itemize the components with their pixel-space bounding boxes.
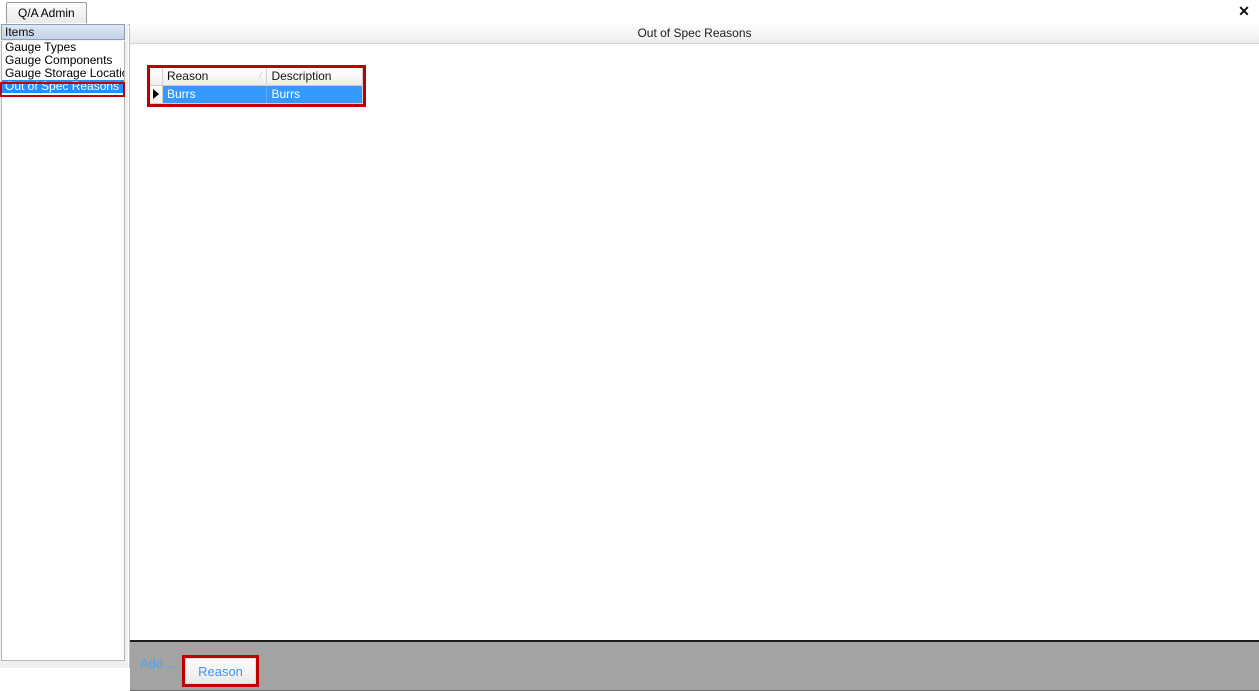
- cell-reason[interactable]: Burrs: [162, 86, 268, 103]
- column-header-description[interactable]: Description: [267, 68, 362, 86]
- bottom-toolbar: Add ... Reason: [130, 640, 1259, 691]
- sidebar-item-gauge-storage-locations[interactable]: Gauge Storage Locations: [2, 67, 124, 80]
- sidebar-item-list[interactable]: Gauge Types Gauge Components Gauge Stora…: [1, 41, 125, 661]
- sidebar-item-out-of-spec-reasons[interactable]: Out of Spec Reasons: [2, 80, 124, 93]
- row-indicator-cell: [150, 86, 163, 103]
- tab-qa-admin[interactable]: Q/A Admin: [6, 2, 87, 23]
- sidebar: Items Gauge Types Gauge Components Gauge…: [0, 24, 128, 668]
- tab-strip: Q/A Admin ✕: [0, 0, 1259, 25]
- grid-header-indicator-cell: [150, 68, 163, 86]
- sidebar-item-gauge-components[interactable]: Gauge Components: [2, 54, 124, 67]
- main-panel: Out of Spec Reasons Reason ⁄ Description: [129, 24, 1259, 691]
- current-row-arrow-icon: [153, 89, 159, 99]
- column-header-description-label: Description: [271, 69, 332, 83]
- application-window: Q/A Admin ✕ Items Gauge Types Gauge Comp…: [0, 0, 1259, 691]
- column-header-reason[interactable]: Reason ⁄: [162, 68, 268, 86]
- sidebar-header: Items: [1, 24, 125, 40]
- out-of-spec-reasons-grid[interactable]: Reason ⁄ Description Burrs Burrs: [150, 68, 363, 104]
- table-row[interactable]: Burrs Burrs: [150, 86, 362, 103]
- cell-description[interactable]: Burrs: [267, 86, 362, 103]
- column-header-reason-label: Reason: [166, 69, 209, 83]
- grid-header-row: Reason ⁄ Description: [150, 68, 362, 86]
- panel-body: Reason ⁄ Description Burrs Burrs: [130, 44, 1259, 639]
- page-title: Out of Spec Reasons: [130, 24, 1259, 44]
- sidebar-item-gauge-types[interactable]: Gauge Types: [2, 41, 124, 54]
- sort-ascending-icon: ⁄: [260, 71, 262, 80]
- close-icon[interactable]: ✕: [1234, 1, 1254, 21]
- add-label: Add ...: [140, 656, 178, 671]
- add-reason-button[interactable]: Reason: [185, 658, 256, 684]
